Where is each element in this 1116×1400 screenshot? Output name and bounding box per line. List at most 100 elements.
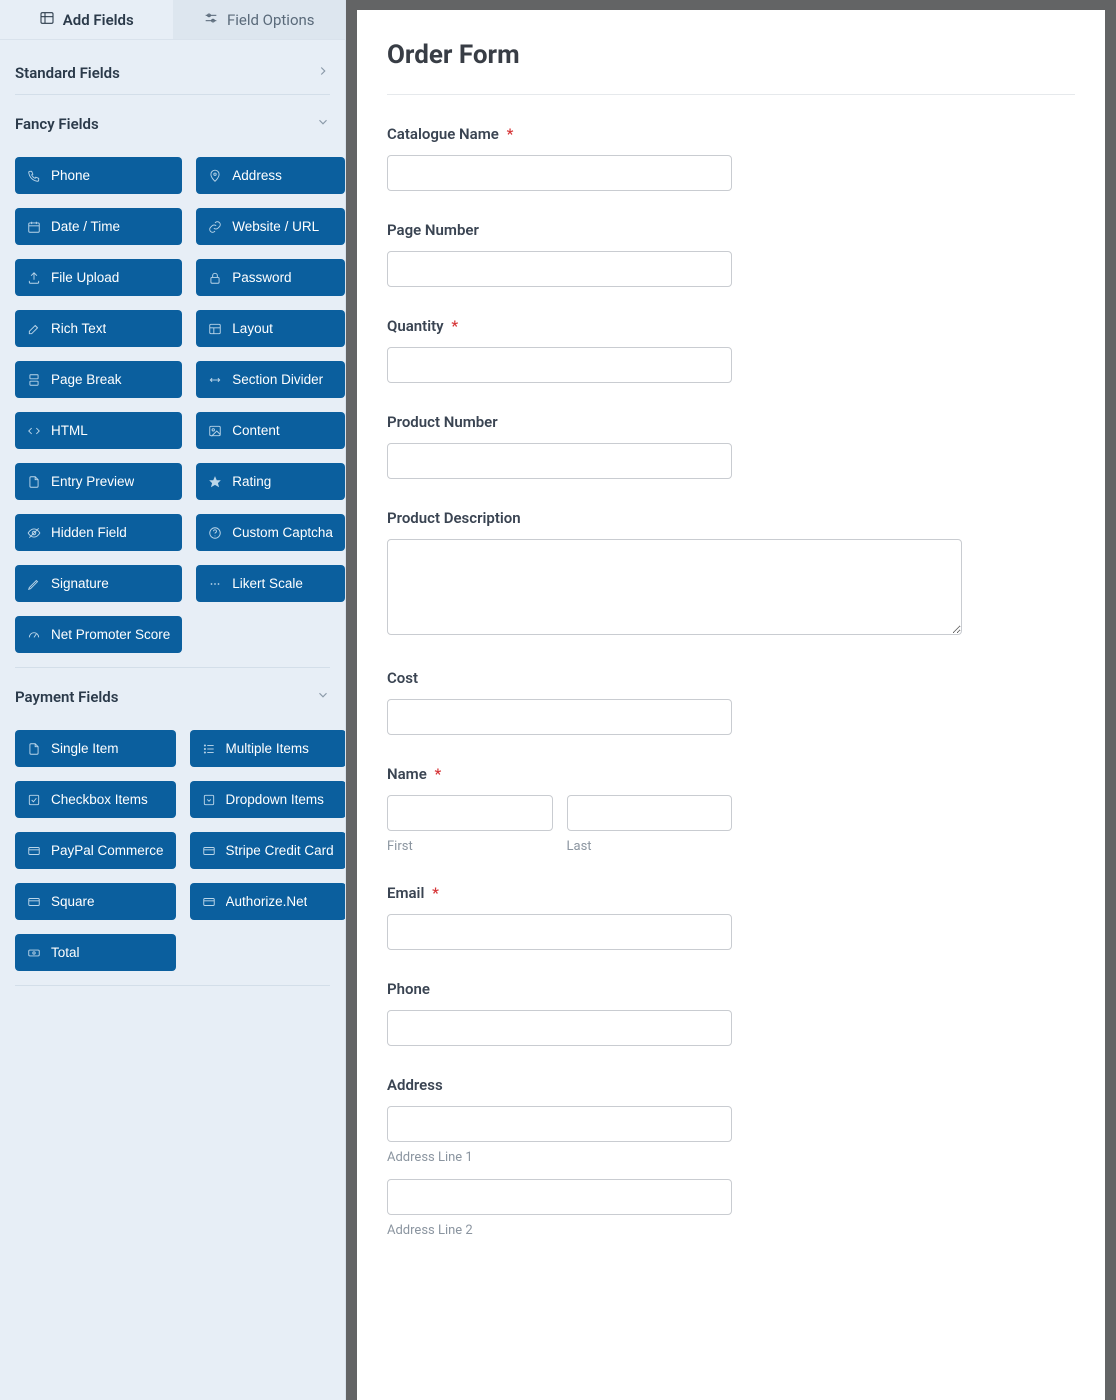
field-button-authorize-net[interactable]: Authorize.Net: [190, 883, 345, 920]
field-button-website-url[interactable]: Website / URL: [196, 208, 345, 245]
required-mark: *: [432, 884, 439, 902]
phone-input[interactable]: [387, 1010, 732, 1046]
field-button-dropdown-items[interactable]: Dropdown Items: [190, 781, 345, 818]
section-header-fancy[interactable]: Fancy Fields: [15, 103, 330, 145]
last-name-input[interactable]: [567, 795, 733, 831]
required-mark: *: [451, 317, 458, 335]
cost-input[interactable]: [387, 699, 732, 735]
label-text: Product Description: [387, 509, 521, 527]
field-button-rich-text[interactable]: Rich Text: [15, 310, 182, 347]
field-button-label: Rating: [232, 474, 271, 489]
field-product-description[interactable]: Product Description: [387, 509, 1075, 639]
field-product-number[interactable]: Product Number: [387, 413, 1075, 479]
field-button-date-time[interactable]: Date / Time: [15, 208, 182, 245]
field-quantity[interactable]: Quantity *: [387, 317, 1075, 383]
field-button-signature[interactable]: Signature: [15, 565, 182, 602]
section-header-standard[interactable]: Standard Fields: [15, 52, 330, 95]
first-name-input[interactable]: [387, 795, 553, 831]
field-catalogue-name[interactable]: Catalogue Name *: [387, 125, 1075, 191]
page-number-input[interactable]: [387, 251, 732, 287]
field-button-single-item[interactable]: Single Item: [15, 730, 176, 767]
dropdown-icon: [202, 793, 216, 807]
field-label: Name *: [387, 765, 1075, 783]
field-label: Product Number: [387, 413, 1075, 431]
field-address[interactable]: Address Address Line 1 Address Line 2: [387, 1076, 1075, 1238]
help-icon: [208, 526, 222, 540]
address-line1-input[interactable]: [387, 1106, 732, 1142]
email-input[interactable]: [387, 914, 732, 950]
field-phone[interactable]: Phone: [387, 980, 1075, 1046]
field-button-entry-preview[interactable]: Entry Preview: [15, 463, 182, 500]
field-button-square[interactable]: Square: [15, 883, 176, 920]
field-button-likert-scale[interactable]: Likert Scale: [196, 565, 345, 602]
section-payment-fields: Payment Fields Single ItemMultiple Items…: [15, 676, 330, 986]
field-button-label: Dropdown Items: [226, 792, 324, 807]
field-button-label: Custom Captcha: [232, 525, 333, 540]
label-text: Phone: [387, 980, 430, 998]
tab-field-options[interactable]: Field Options: [173, 0, 346, 39]
field-button-content[interactable]: Content: [196, 412, 345, 449]
section-title: Standard Fields: [15, 64, 120, 82]
file-icon: [27, 742, 41, 756]
quantity-input[interactable]: [387, 347, 732, 383]
field-button-label: Authorize.Net: [226, 894, 308, 909]
field-button-net-promoter-score[interactable]: Net Promoter Score: [15, 616, 182, 653]
field-button-page-break[interactable]: Page Break: [15, 361, 182, 398]
field-button-total[interactable]: Total: [15, 934, 176, 971]
field-button-stripe-credit-card[interactable]: Stripe Credit Card: [190, 832, 345, 869]
field-button-label: Layout: [232, 321, 273, 336]
field-button-label: PayPal Commerce: [51, 843, 164, 858]
grid-icon: [39, 10, 55, 30]
field-page-number[interactable]: Page Number: [387, 221, 1075, 287]
field-button-label: File Upload: [51, 270, 119, 285]
field-button-rating[interactable]: Rating: [196, 463, 345, 500]
field-button-password[interactable]: Password: [196, 259, 345, 296]
address-line2-input[interactable]: [387, 1179, 732, 1215]
field-email[interactable]: Email *: [387, 884, 1075, 950]
link-icon: [208, 220, 222, 234]
field-label: Page Number: [387, 221, 1075, 239]
label-text: Product Number: [387, 413, 498, 431]
gauge-icon: [27, 628, 41, 642]
sublabel-address-line1: Address Line 1: [387, 1150, 732, 1165]
field-button-label: Address: [232, 168, 282, 183]
catalogue-name-input[interactable]: [387, 155, 732, 191]
field-button-hidden-field[interactable]: Hidden Field: [15, 514, 182, 551]
list-icon: [202, 742, 216, 756]
field-button-custom-captcha[interactable]: Custom Captcha: [196, 514, 345, 551]
tab-add-fields[interactable]: Add Fields: [0, 0, 173, 39]
field-button-multiple-items[interactable]: Multiple Items: [190, 730, 345, 767]
chevron-right-icon: [316, 64, 330, 82]
field-label: Address: [387, 1076, 1075, 1094]
field-button-label: Stripe Credit Card: [226, 843, 334, 858]
field-button-file-upload[interactable]: File Upload: [15, 259, 182, 296]
field-button-label: Date / Time: [51, 219, 120, 234]
field-button-section-divider[interactable]: Section Divider: [196, 361, 345, 398]
field-button-checkbox-items[interactable]: Checkbox Items: [15, 781, 176, 818]
field-button-address[interactable]: Address: [196, 157, 345, 194]
check-square-icon: [27, 793, 41, 807]
form-preview: Order Form Catalogue Name * Page Number …: [357, 10, 1105, 1400]
field-button-label: Likert Scale: [232, 576, 303, 591]
field-button-label: Total: [51, 945, 80, 960]
field-button-phone[interactable]: Phone: [15, 157, 182, 194]
divider-icon: [208, 373, 222, 387]
field-cost[interactable]: Cost: [387, 669, 1075, 735]
product-number-input[interactable]: [387, 443, 732, 479]
field-button-layout[interactable]: Layout: [196, 310, 345, 347]
phone-icon: [27, 169, 41, 183]
tab-label: Add Fields: [63, 11, 134, 29]
sublabel-last: Last: [567, 839, 733, 854]
field-button-label: Section Divider: [232, 372, 323, 387]
field-button-html[interactable]: HTML: [15, 412, 182, 449]
field-button-paypal-commerce[interactable]: PayPal Commerce: [15, 832, 176, 869]
tab-label: Field Options: [227, 11, 315, 29]
field-button-label: Page Break: [51, 372, 122, 387]
star-icon: [208, 475, 222, 489]
edit-icon: [27, 322, 41, 336]
section-header-payment[interactable]: Payment Fields: [15, 676, 330, 718]
field-name[interactable]: Name * First Last: [387, 765, 1075, 854]
product-description-input[interactable]: [387, 539, 962, 635]
field-label: Cost: [387, 669, 1075, 687]
calendar-icon: [27, 220, 41, 234]
